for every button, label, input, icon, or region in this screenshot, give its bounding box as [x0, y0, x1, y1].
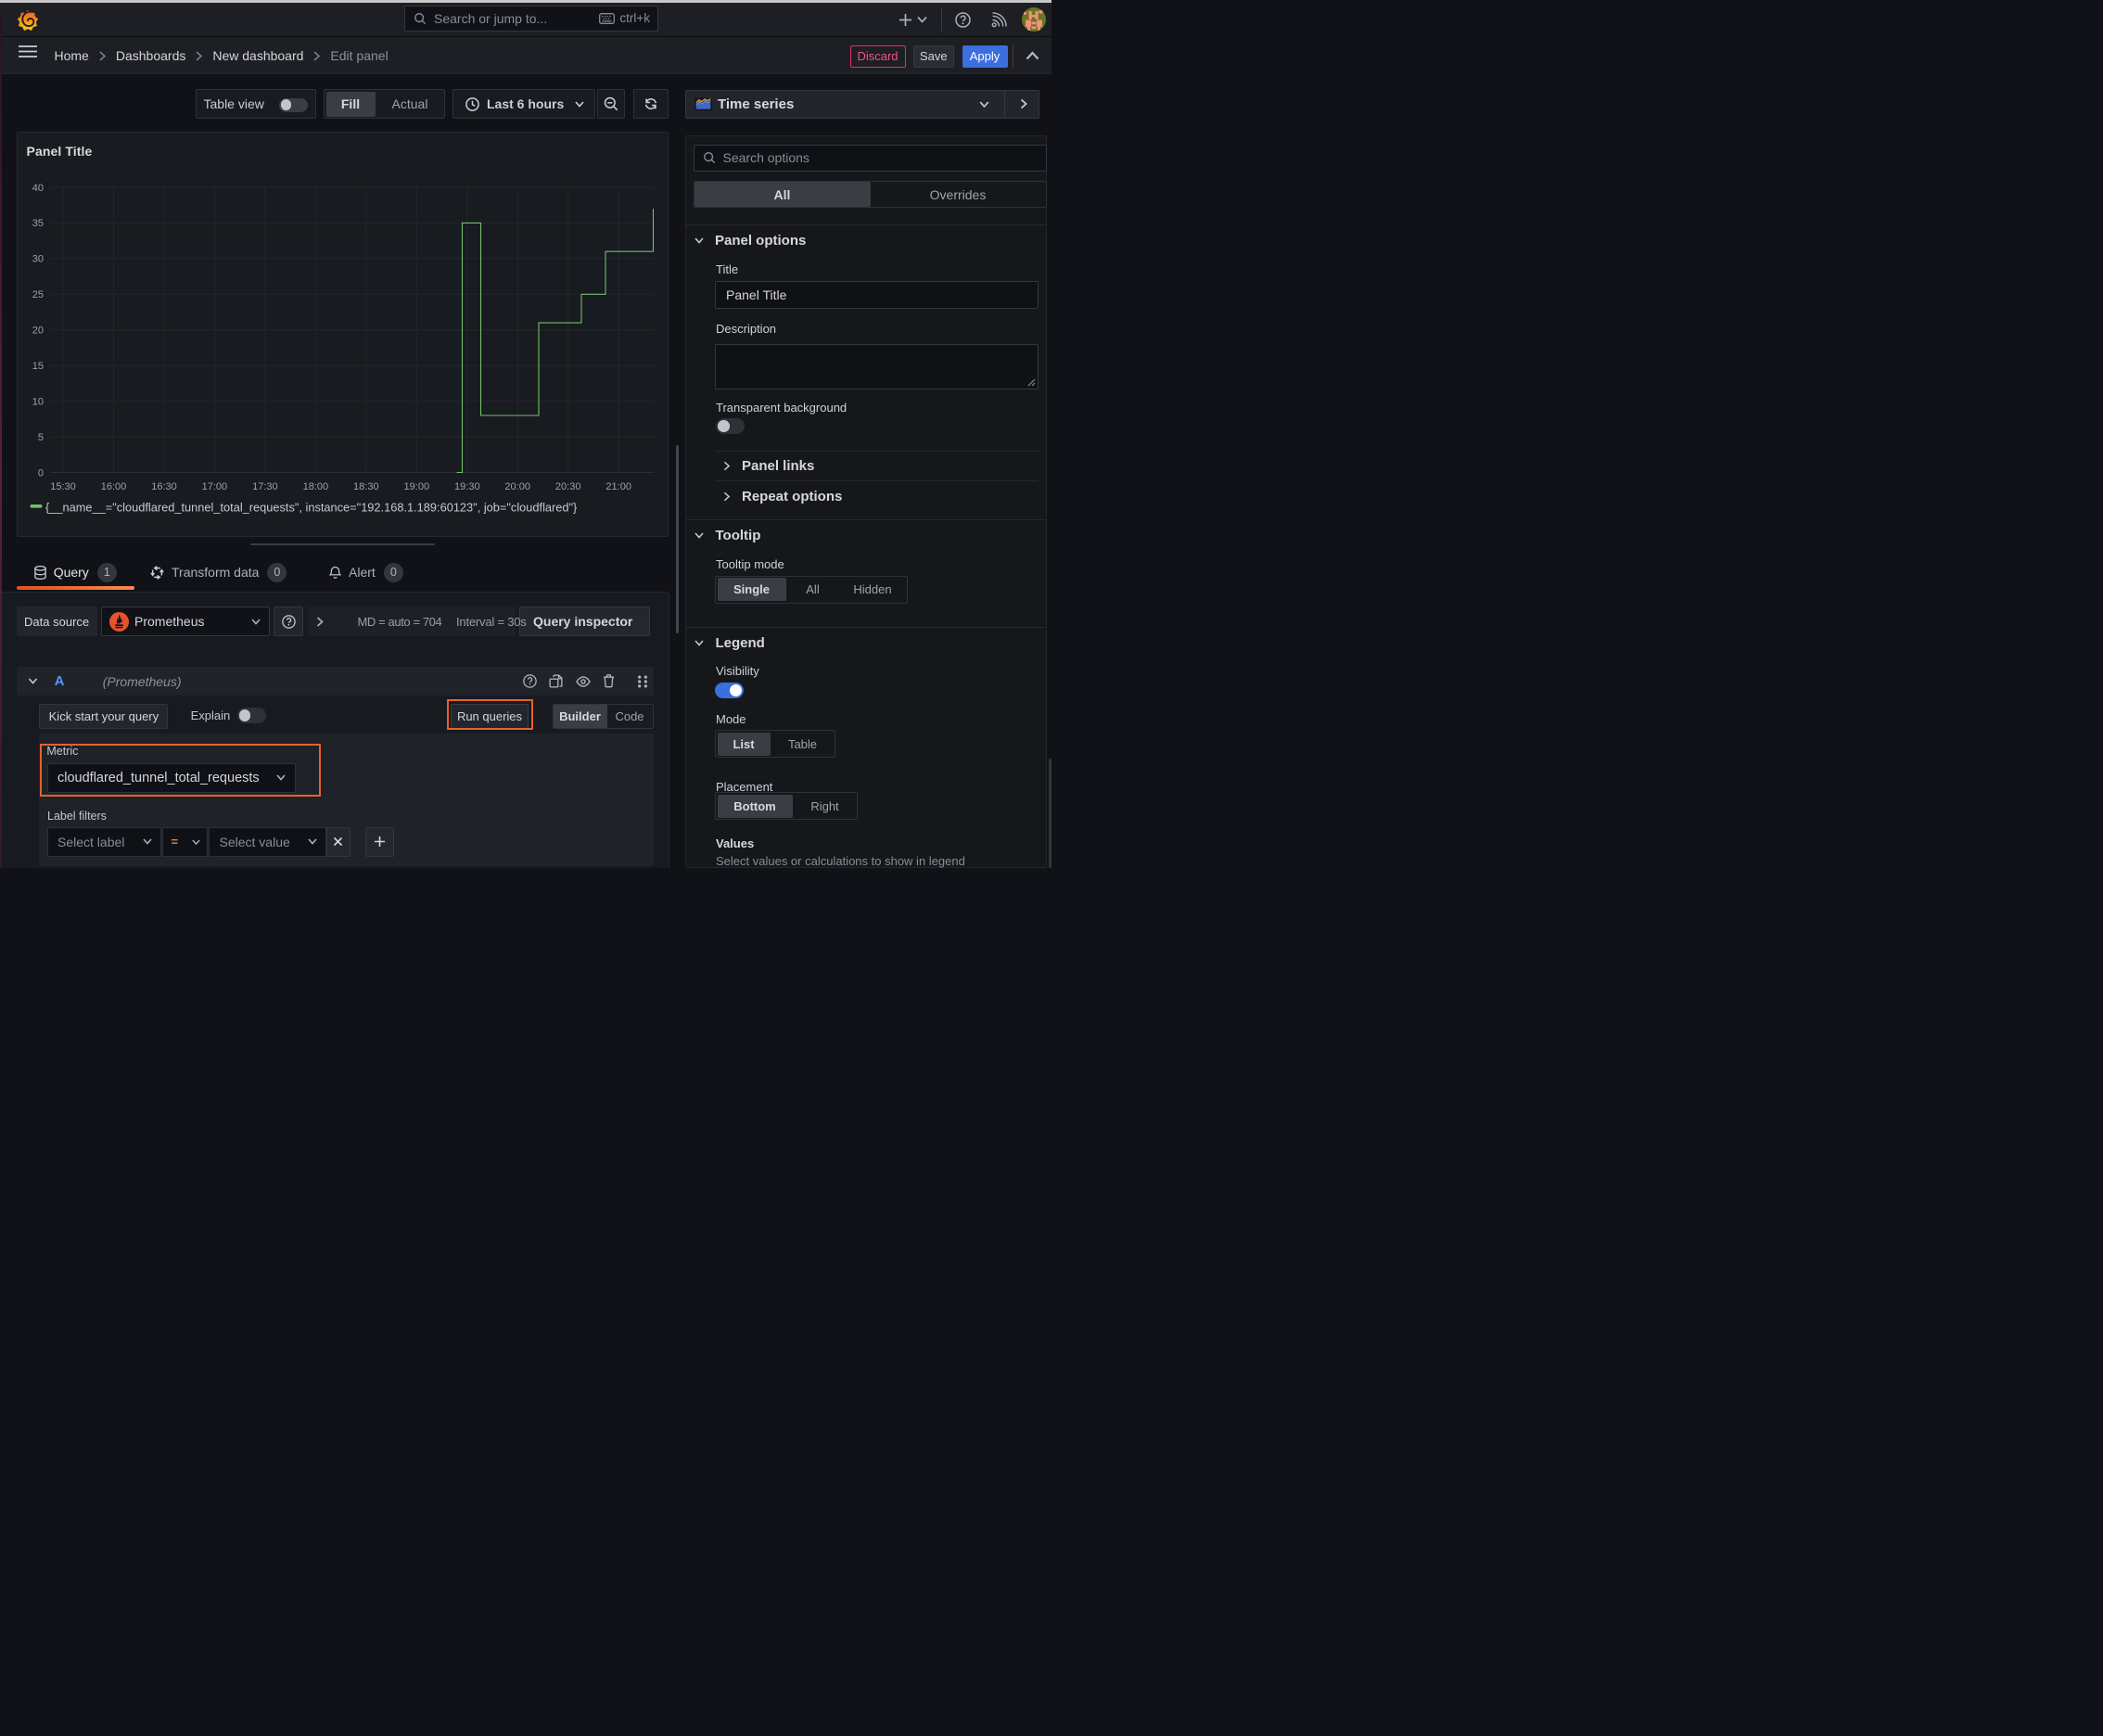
svg-text:18:30: 18:30	[353, 481, 379, 492]
svg-text:15: 15	[32, 361, 44, 372]
svg-text:19:00: 19:00	[404, 481, 430, 492]
svg-text:35: 35	[32, 218, 44, 229]
svg-text:17:00: 17:00	[202, 481, 228, 492]
svg-text:5: 5	[38, 432, 44, 443]
svg-text:17:30: 17:30	[252, 481, 278, 492]
svg-text:10: 10	[32, 397, 44, 408]
svg-text:20: 20	[32, 326, 44, 337]
svg-text:25: 25	[32, 289, 44, 300]
svg-text:0: 0	[38, 467, 44, 479]
svg-text:30: 30	[32, 254, 44, 265]
svg-text:15:30: 15:30	[50, 481, 76, 492]
svg-text:40: 40	[32, 183, 44, 194]
svg-text:16:30: 16:30	[151, 481, 177, 492]
svg-text:{__name__="cloudflared_tunnel_: {__name__="cloudflared_tunnel_total_requ…	[45, 501, 578, 515]
svg-text:19:30: 19:30	[454, 481, 480, 492]
svg-text:20:00: 20:00	[504, 481, 530, 492]
svg-text:21:00: 21:00	[605, 481, 631, 492]
svg-text:16:00: 16:00	[101, 481, 127, 492]
svg-text:20:30: 20:30	[555, 481, 581, 492]
svg-text:18:00: 18:00	[303, 481, 329, 492]
